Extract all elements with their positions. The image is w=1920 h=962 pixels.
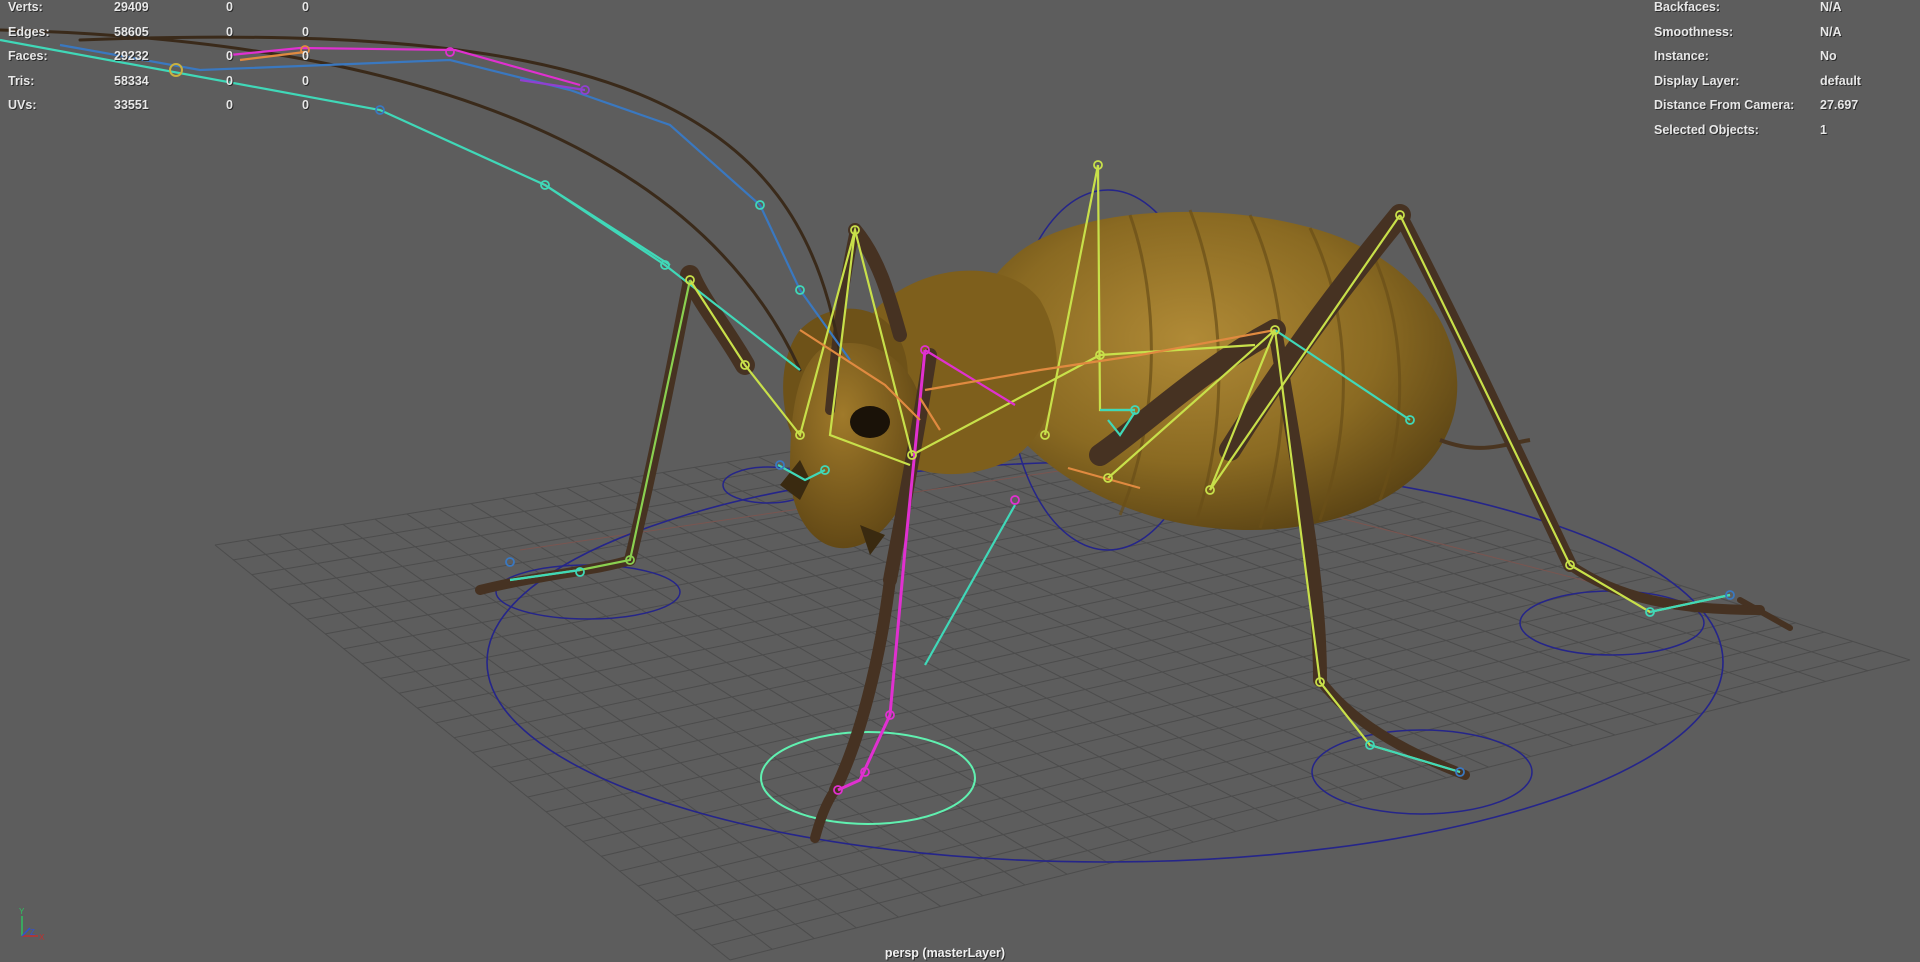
hud-stat-uv: 0 xyxy=(302,24,309,39)
hud-stat-uv: 0 xyxy=(302,0,309,14)
view-axis-icon: Y Z X xyxy=(19,908,45,942)
scene-canvas[interactable] xyxy=(0,0,1920,962)
hud-detail-row: Display Layer: default xyxy=(1650,74,1920,90)
heads-up-object-details: Backfaces: N/A Smoothness: N/A Instance: No Di… xyxy=(1650,0,1920,140)
hud-detail-value: N/A xyxy=(1820,24,1842,39)
camera-name-label: persp (masterLayer) xyxy=(884,946,1006,960)
hud-stat-selected: 0 xyxy=(226,98,233,112)
hud-stat-selected: 0 xyxy=(226,0,233,14)
hud-stat-label: UVs: xyxy=(8,98,37,112)
hud-stat-uv: 0 xyxy=(302,49,309,63)
hud-detail-row: Instance: No xyxy=(1650,49,1920,65)
hud-stat-total: 33551 xyxy=(114,98,149,112)
hud-stat-row: Verts: 29409 0 0 xyxy=(0,0,330,16)
hud-stat-label: Verts: xyxy=(8,0,43,14)
mid-left-foot-control[interactable] xyxy=(760,731,976,825)
hud-stat-uv: 0 xyxy=(302,73,309,88)
back-left-foot-control[interactable] xyxy=(1311,729,1533,815)
axis-z-label: Z xyxy=(30,928,35,937)
hud-stat-selected: 0 xyxy=(226,24,233,39)
hud-stat-row: UVs: 33551 0 0 xyxy=(0,98,330,114)
hud-stat-row: Faces: 29232 0 0 xyxy=(0,49,330,65)
rig-joint[interactable] xyxy=(1010,495,1020,505)
hud-detail-value: 27.697 xyxy=(1820,98,1859,112)
hud-stat-row: Tris: 58334 0 0 xyxy=(0,74,330,90)
hud-stat-label: Tris: xyxy=(8,73,35,88)
hud-detail-value: default xyxy=(1820,73,1861,88)
ground-grid xyxy=(214,399,1911,961)
hud-detail-row: Selected Objects: 1 xyxy=(1650,123,1920,139)
hud-detail-label: Selected Objects: xyxy=(1654,122,1759,137)
hud-detail-row: Distance From Camera: 27.697 xyxy=(1650,98,1920,114)
hud-stat-label: Edges: xyxy=(8,24,50,39)
hud-stat-row: Edges: 58605 0 0 xyxy=(0,25,330,41)
hud-detail-label: Instance: xyxy=(1654,49,1709,63)
hud-stat-label: Faces: xyxy=(8,49,48,63)
hud-detail-value: No xyxy=(1820,49,1837,63)
maya-viewport-persp[interactable]: Verts: 29409 0 0 Edges: 58605 0 0 Faces: 29232 0 0 T… xyxy=(0,0,1920,962)
hud-detail-value: N/A xyxy=(1820,0,1842,14)
hud-stat-uv: 0 xyxy=(302,98,309,112)
hud-stat-total: 58605 xyxy=(114,24,149,39)
hud-stat-selected: 0 xyxy=(226,73,233,88)
hud-stat-total: 29409 xyxy=(114,0,149,14)
axis-x-label: X xyxy=(39,933,45,942)
hud-stat-selected: 0 xyxy=(226,49,233,63)
hud-detail-label: Display Layer: xyxy=(1654,73,1740,88)
hud-detail-label: Smoothness: xyxy=(1654,24,1734,39)
hud-detail-value: 1 xyxy=(1820,122,1827,137)
hud-detail-row: Backfaces: N/A xyxy=(1650,0,1920,16)
heads-up-poly-count: Verts: 29409 0 0 Edges: 58605 0 0 Faces: 29232 0 0 T… xyxy=(0,0,330,112)
hud-detail-label: Distance From Camera: xyxy=(1654,98,1795,112)
axis-y-label: Y xyxy=(19,908,25,916)
hud-stat-total: 58334 xyxy=(114,73,149,88)
hud-stat-total: 29232 xyxy=(114,49,149,63)
hud-detail-row: Smoothness: N/A xyxy=(1650,25,1920,41)
hud-detail-label: Backfaces: xyxy=(1654,0,1721,14)
cricket-eye xyxy=(850,406,890,438)
